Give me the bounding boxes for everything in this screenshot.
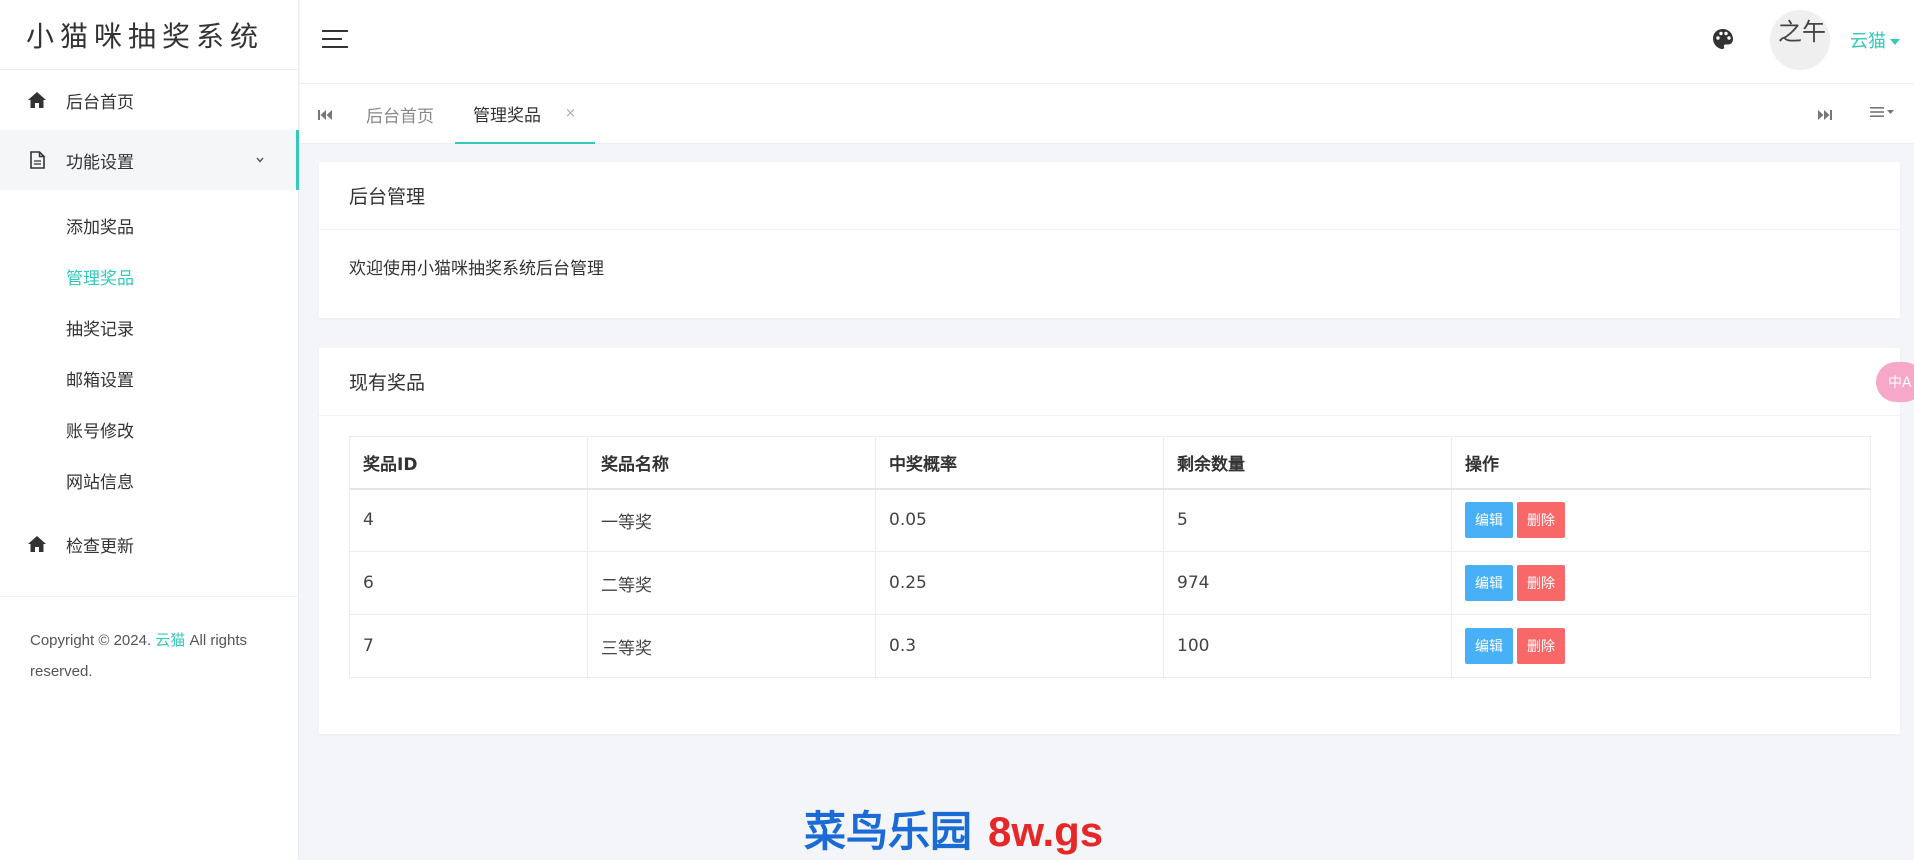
copyright-brand-link[interactable]: 云猫 bbox=[155, 632, 185, 649]
edit-button[interactable]: 编辑 bbox=[1465, 565, 1513, 601]
table-header-row: 奖品ID 奖品名称 中奖概率 剩余数量 操作 bbox=[349, 436, 1871, 490]
cell-remaining: 5 bbox=[1163, 488, 1452, 552]
app-logo[interactable]: 小猫咪抽奖系统 bbox=[0, 0, 298, 70]
tab-label: 后台首页 bbox=[366, 106, 434, 127]
sidebar-item-site-info[interactable]: 网站信息 bbox=[0, 455, 298, 506]
tab-home[interactable]: 后台首页 bbox=[366, 84, 434, 144]
close-icon[interactable]: × bbox=[565, 106, 576, 121]
home-icon bbox=[28, 535, 46, 553]
table-row: 7 三等奖 0.3 100 编辑 删除 bbox=[349, 614, 1871, 678]
edit-button[interactable]: 编辑 bbox=[1465, 502, 1513, 539]
cell-actions: 编辑 删除 bbox=[1451, 614, 1871, 678]
cell-id: 4 bbox=[349, 488, 588, 552]
sidebar-item-label: 后台首页 bbox=[66, 92, 134, 113]
chevron-down-icon bbox=[256, 152, 264, 166]
prizes-table-wrap: 奖品ID 奖品名称 中奖概率 剩余数量 操作 4 一等奖 0.05 5 编辑 删除 bbox=[349, 436, 1871, 678]
sidebar: 小猫咪抽奖系统 后台首页 功能设置 添加奖品 管理奖品 抽奖记录 邮箱设置 账号… bbox=[0, 0, 299, 860]
avatar[interactable]: 之午 bbox=[1770, 10, 1830, 70]
table-row: 4 一等奖 0.05 5 编辑 删除 bbox=[349, 488, 1871, 552]
avatar-text: 之午 bbox=[1778, 18, 1826, 46]
watermark: 菜鸟乐园 8w.gs bbox=[804, 798, 1103, 859]
column-header-name: 奖品名称 bbox=[587, 436, 876, 490]
column-header-remaining: 剩余数量 bbox=[1163, 436, 1452, 490]
palette-icon[interactable] bbox=[1712, 28, 1734, 55]
settings-submenu: 添加奖品 管理奖品 抽奖记录 邮箱设置 账号修改 网站信息 bbox=[0, 190, 298, 514]
column-header-actions: 操作 bbox=[1451, 436, 1871, 490]
cell-name: 二等奖 bbox=[587, 551, 876, 615]
sidebar-item-email-settings[interactable]: 邮箱设置 bbox=[0, 353, 298, 404]
sidebar-item-check-update[interactable]: 检查更新 bbox=[0, 514, 298, 574]
tab-menu-icon[interactable] bbox=[1870, 106, 1894, 118]
copyright-prefix: Copyright © 2024. bbox=[30, 632, 156, 649]
admin-card-title: 后台管理 bbox=[319, 162, 1900, 230]
tab-label: 管理奖品 bbox=[473, 105, 541, 126]
sidebar-item-draw-records[interactable]: 抽奖记录 bbox=[0, 302, 298, 353]
sidebar-item-account[interactable]: 账号修改 bbox=[0, 404, 298, 455]
cell-id: 6 bbox=[349, 551, 588, 615]
cell-name: 三等奖 bbox=[587, 614, 876, 678]
admin-card: 后台管理 欢迎使用小猫咪抽奖系统后台管理 bbox=[319, 162, 1900, 318]
prizes-card-title: 现有奖品 bbox=[319, 348, 1900, 416]
prizes-table: 奖品ID 奖品名称 中奖概率 剩余数量 操作 4 一等奖 0.05 5 编辑 删除 bbox=[349, 436, 1871, 678]
delete-button[interactable]: 删除 bbox=[1517, 628, 1565, 664]
welcome-text: 欢迎使用小猫咪抽奖系统后台管理 bbox=[349, 259, 604, 279]
delete-button[interactable]: 删除 bbox=[1517, 502, 1565, 539]
edit-button[interactable]: 编辑 bbox=[1465, 628, 1513, 664]
sidebar-item-manage-prizes[interactable]: 管理奖品 bbox=[0, 251, 298, 302]
skip-back-icon[interactable] bbox=[318, 106, 332, 126]
delete-button[interactable]: 删除 bbox=[1517, 565, 1565, 601]
watermark-en: 8w.gs bbox=[988, 808, 1104, 855]
cell-remaining: 974 bbox=[1163, 551, 1452, 615]
caret-down-icon bbox=[1890, 39, 1900, 45]
cell-id: 7 bbox=[349, 614, 588, 678]
tab-manage-prizes[interactable]: 管理奖品 × bbox=[455, 84, 595, 144]
tab-bar: 后台首页 管理奖品 × bbox=[300, 84, 1914, 144]
sidebar-item-home[interactable]: 后台首页 bbox=[0, 70, 298, 130]
sidebar-item-add-prize[interactable]: 添加奖品 bbox=[0, 200, 298, 251]
hamburger-icon[interactable] bbox=[322, 30, 348, 50]
copyright-text: Copyright © 2024. 云猫 All rights reserved… bbox=[0, 597, 298, 687]
cell-rate: 0.3 bbox=[875, 614, 1164, 678]
table-row: 6 二等奖 0.25 974 编辑 删除 bbox=[349, 551, 1871, 615]
cell-remaining: 100 bbox=[1163, 614, 1452, 678]
cell-actions: 编辑 删除 bbox=[1451, 488, 1871, 552]
prizes-card: 现有奖品 奖品ID 奖品名称 中奖概率 剩余数量 操作 4 一等奖 0.05 5 bbox=[319, 348, 1900, 734]
cell-name: 一等奖 bbox=[587, 488, 876, 552]
cell-actions: 编辑 删除 bbox=[1451, 551, 1871, 615]
cell-rate: 0.25 bbox=[875, 551, 1164, 615]
file-icon bbox=[28, 151, 46, 169]
user-menu[interactable]: 云猫 bbox=[1850, 27, 1900, 53]
cell-rate: 0.05 bbox=[875, 488, 1164, 552]
sidebar-item-label: 检查更新 bbox=[66, 536, 134, 557]
skip-forward-icon[interactable] bbox=[1818, 106, 1832, 126]
sidebar-item-label: 功能设置 bbox=[66, 152, 134, 173]
home-icon bbox=[28, 91, 46, 109]
username-label: 云猫 bbox=[1850, 31, 1886, 52]
column-header-rate: 中奖概率 bbox=[875, 436, 1164, 490]
column-header-id: 奖品ID bbox=[349, 436, 588, 490]
translate-badge[interactable]: 中A bbox=[1876, 362, 1914, 402]
top-header: 之午 云猫 bbox=[300, 0, 1914, 84]
sidebar-item-settings[interactable]: 功能设置 bbox=[0, 130, 299, 190]
watermark-cn: 菜鸟乐园 bbox=[804, 808, 973, 855]
